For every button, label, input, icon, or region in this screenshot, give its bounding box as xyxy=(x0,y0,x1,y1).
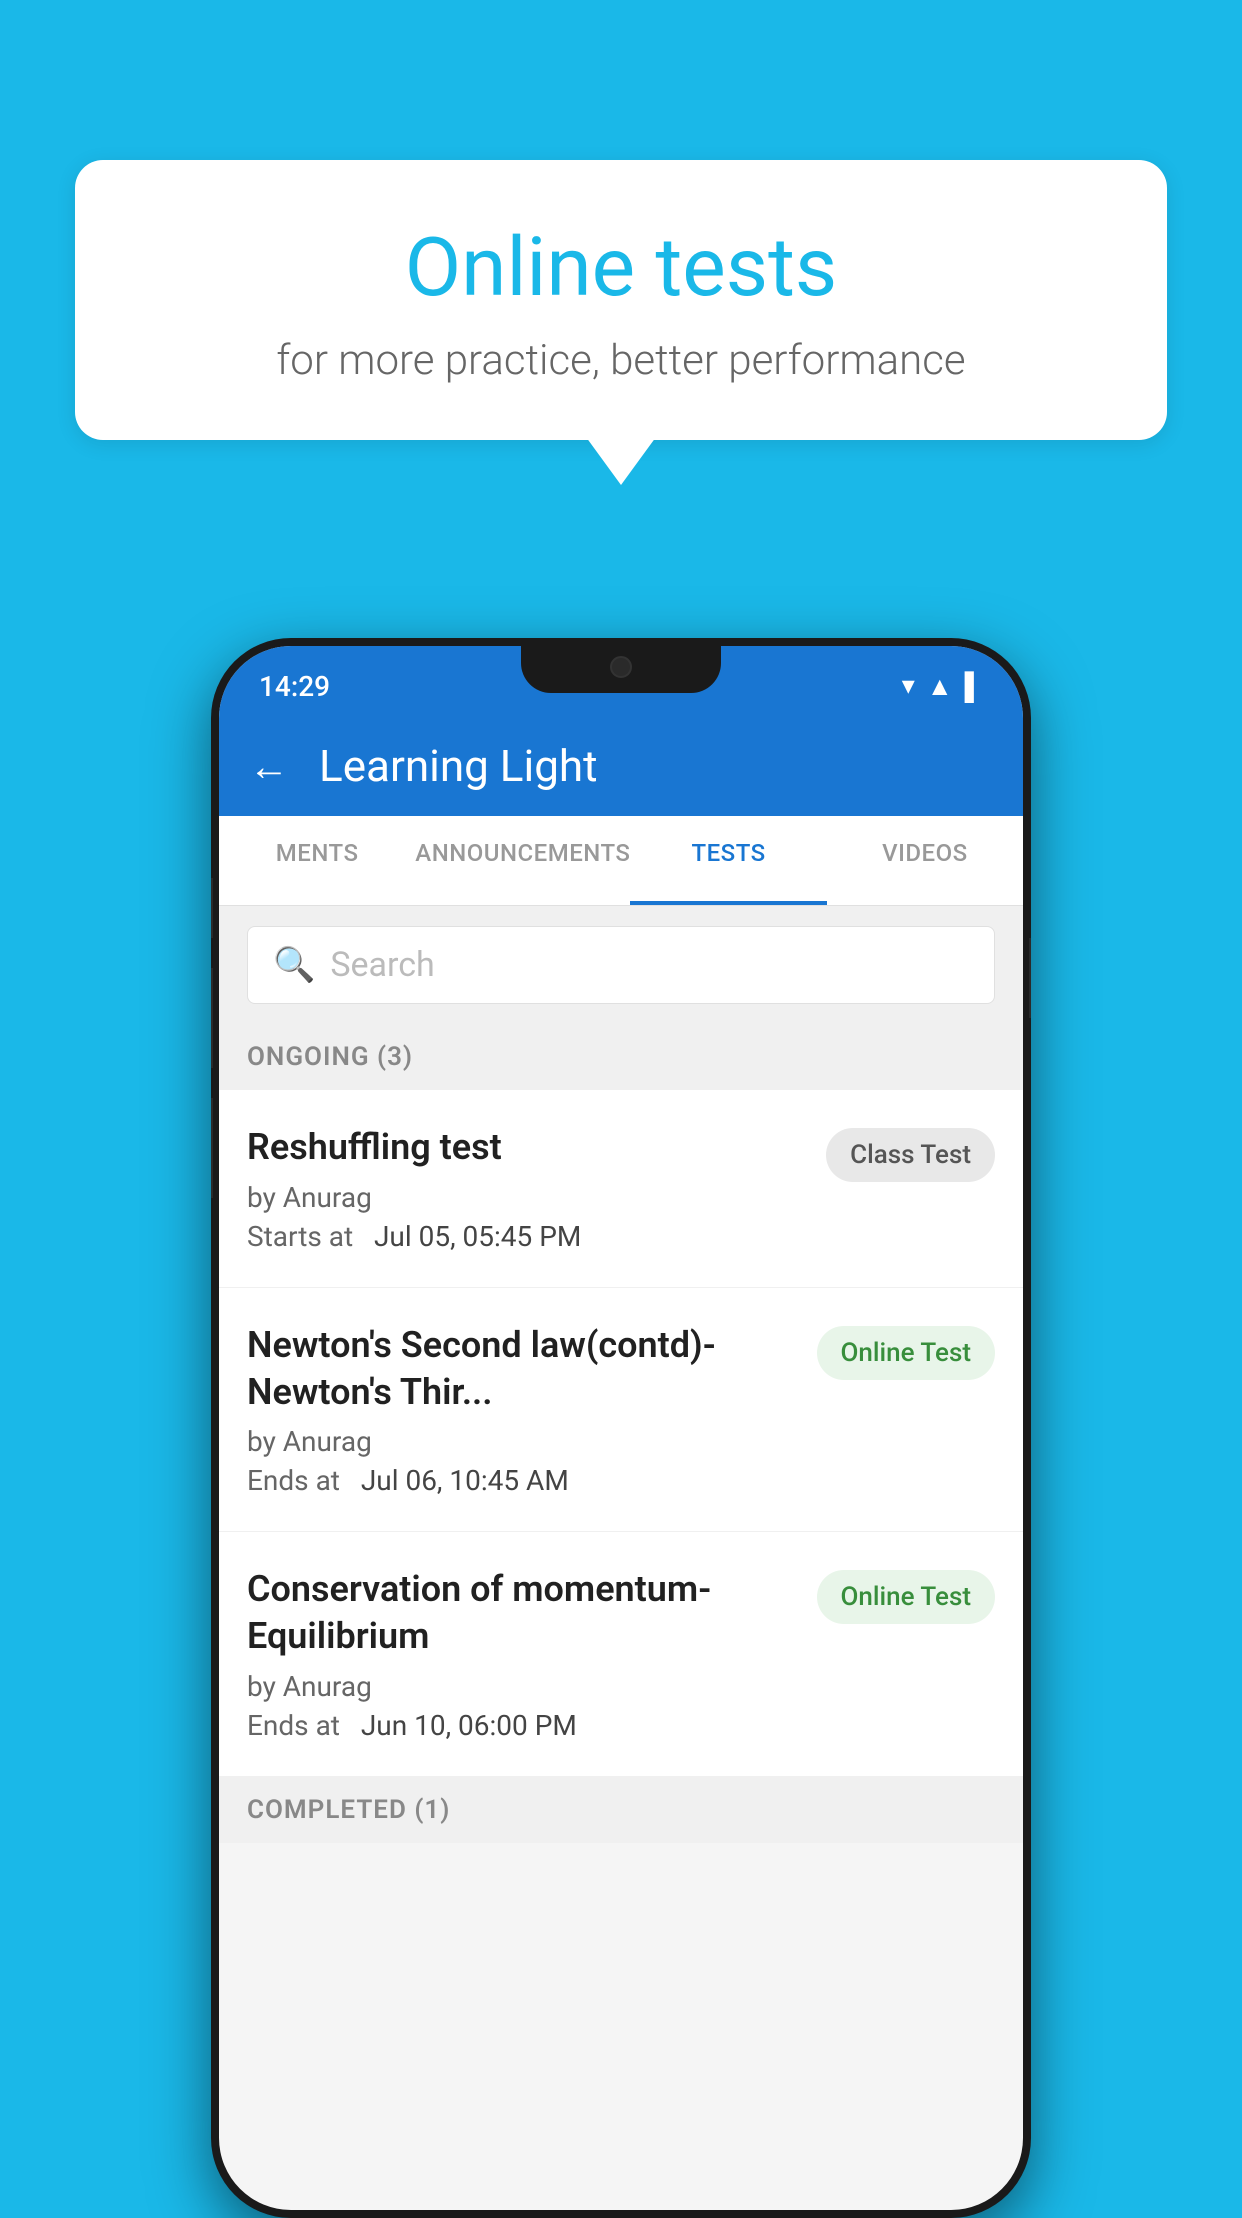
battery-icon: ▌ xyxy=(965,671,983,702)
test-item-title: Conservation of momentum-Equilibrium xyxy=(247,1566,802,1660)
signal-icon: ▲ xyxy=(927,671,953,702)
test-badge-class: Class Test xyxy=(826,1128,995,1182)
tab-tests[interactable]: TESTS xyxy=(630,816,826,905)
power-button xyxy=(1029,938,1031,1018)
test-item-date: Ends at Jun 10, 06:00 PM xyxy=(247,1709,802,1742)
date-value: Jul 05, 05:45 PM xyxy=(374,1220,581,1253)
test-item-date: Ends at Jul 06, 10:45 AM xyxy=(247,1464,802,1497)
volume-down-button xyxy=(211,1098,213,1198)
front-camera xyxy=(610,656,632,678)
speech-bubble: Online tests for more practice, better p… xyxy=(75,160,1167,440)
date-label: Ends at xyxy=(247,1464,340,1497)
test-item-title: Reshuffling test xyxy=(247,1124,811,1171)
volume-up-button xyxy=(211,968,213,1068)
test-item-content: Newton's Second law(contd)-Newton's Thir… xyxy=(247,1322,802,1498)
date-label: Ends at xyxy=(247,1709,340,1742)
wifi-icon: ▾ xyxy=(902,671,915,701)
phone-notch xyxy=(521,638,721,693)
status-icons: ▾ ▲ ▌ xyxy=(902,671,983,702)
tab-ments[interactable]: MENTS xyxy=(219,816,415,905)
app-title: Learning Light xyxy=(319,740,598,792)
list-item[interactable]: Reshuffling test by Anurag Starts at Jul… xyxy=(219,1090,1023,1288)
test-item-content: Conservation of momentum-Equilibrium by … xyxy=(247,1566,802,1742)
date-label: Starts at xyxy=(247,1220,353,1253)
date-value: Jun 10, 06:00 PM xyxy=(361,1709,577,1742)
back-button[interactable]: ← xyxy=(249,743,289,790)
phone-frame: 14:29 ▾ ▲ ▌ ← Learning Light MENTS ANNOU… xyxy=(211,638,1031,2218)
date-value: Jul 06, 10:45 AM xyxy=(361,1464,569,1497)
list-item[interactable]: Conservation of momentum-Equilibrium by … xyxy=(219,1532,1023,1777)
search-bar: 🔍 Search xyxy=(219,906,1023,1024)
search-placeholder: Search xyxy=(330,945,434,985)
search-input-wrap[interactable]: 🔍 Search xyxy=(247,926,995,1004)
phone-screen: 14:29 ▾ ▲ ▌ ← Learning Light MENTS ANNOU… xyxy=(219,646,1023,2210)
status-time: 14:29 xyxy=(259,670,330,703)
tabs-bar: MENTS ANNOUNCEMENTS TESTS VIDEOS xyxy=(219,816,1023,906)
volume-mute-button xyxy=(211,878,213,938)
test-item-author: by Anurag xyxy=(247,1670,802,1703)
test-item-content: Reshuffling test by Anurag Starts at Jul… xyxy=(247,1124,811,1253)
tab-announcements[interactable]: ANNOUNCEMENTS xyxy=(415,816,630,905)
test-badge-online: Online Test xyxy=(817,1326,996,1380)
search-icon: 🔍 xyxy=(273,945,315,985)
speech-bubble-subtitle: for more practice, better performance xyxy=(115,336,1127,385)
completed-section-header: COMPLETED (1) xyxy=(219,1777,1023,1843)
app-header: ← Learning Light xyxy=(219,716,1023,816)
ongoing-section-header: ONGOING (3) xyxy=(219,1024,1023,1090)
test-badge-online: Online Test xyxy=(817,1570,996,1624)
speech-bubble-title: Online tests xyxy=(115,220,1127,316)
test-list: Reshuffling test by Anurag Starts at Jul… xyxy=(219,1090,1023,1777)
list-item[interactable]: Newton's Second law(contd)-Newton's Thir… xyxy=(219,1288,1023,1533)
tab-videos[interactable]: VIDEOS xyxy=(827,816,1023,905)
test-item-date: Starts at Jul 05, 05:45 PM xyxy=(247,1220,811,1253)
test-item-title: Newton's Second law(contd)-Newton's Thir… xyxy=(247,1322,802,1416)
test-item-author: by Anurag xyxy=(247,1425,802,1458)
test-item-author: by Anurag xyxy=(247,1181,811,1214)
